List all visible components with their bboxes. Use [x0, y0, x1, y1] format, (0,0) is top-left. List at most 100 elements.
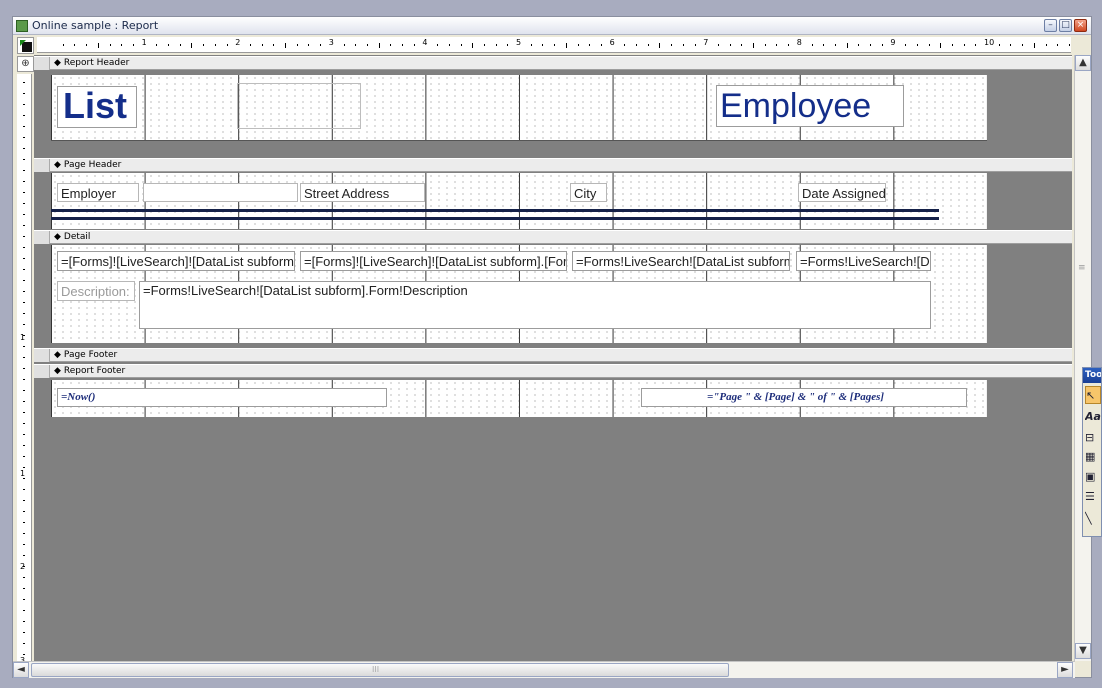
ruler-tick [659, 42, 661, 48]
ruler-tick [23, 104, 25, 105]
horizontal-scrollbar[interactable]: ◄ III ► [13, 661, 1075, 678]
toolbox-title[interactable]: Toolbox [1083, 368, 1101, 383]
ruler-tick [296, 44, 298, 46]
ruler-number: 9 [890, 38, 896, 47]
ruler-tick [86, 44, 88, 46]
ruler-tick [23, 610, 25, 611]
ruler-tick [320, 44, 322, 46]
ruler-tick [23, 390, 25, 391]
field-date-assigned[interactable]: =Forms!LiveSearch![D [796, 251, 931, 271]
label-tool-icon[interactable]: Aa [1085, 408, 1101, 426]
ruler-tick [1045, 44, 1047, 46]
scroll-left-icon[interactable]: ◄ [13, 662, 29, 678]
ruler-tick [23, 555, 25, 556]
report-selector-marker [20, 40, 26, 46]
vertical-scrollbar[interactable]: ▲ ≡ ▼ [1074, 55, 1091, 661]
ruler-number: 10 [984, 38, 995, 47]
ruler-tick [870, 44, 871, 46]
report-header-section[interactable]: List Employee [51, 75, 987, 141]
scroll-down-icon[interactable]: ▼ [1075, 643, 1091, 659]
vertical-scroll-track[interactable]: ≡ [1076, 73, 1090, 641]
ruler-tick [1022, 44, 1024, 46]
ruler-tick [23, 412, 25, 413]
ruler-tick [413, 44, 415, 46]
detail-label: Detail [63, 232, 91, 242]
page-break-tool-icon[interactable]: ☰ [1085, 488, 1101, 506]
header-rule-bottom [51, 217, 939, 220]
scroll-right-icon[interactable]: ► [1057, 662, 1073, 678]
select-objects-icon[interactable]: ↖ [1085, 386, 1101, 404]
ruler-tick [23, 225, 25, 226]
empty-box[interactable] [237, 83, 361, 129]
ruler-tick [402, 44, 403, 46]
close-button[interactable]: × [1074, 19, 1087, 32]
label-placeholder[interactable] [143, 183, 298, 202]
vertical-ruler[interactable]: 1123 [17, 74, 32, 662]
ruler-tick [23, 346, 25, 347]
ruler-tick [881, 44, 883, 46]
report-footer-bar[interactable]: ◆ Report Footer [34, 364, 1072, 378]
field-description[interactable]: =Forms!LiveSearch![DataList subform].For… [139, 281, 931, 329]
ruler-tick [23, 467, 25, 468]
image-tool-icon[interactable]: ▣ [1085, 468, 1101, 486]
scroll-up-icon[interactable]: ▲ [1075, 55, 1091, 71]
ruler-tick [23, 126, 25, 127]
label-description[interactable]: Description: [57, 281, 135, 301]
maximize-button[interactable]: □ [1059, 19, 1072, 32]
ruler-tick [23, 82, 25, 83]
ruler-tick [717, 44, 719, 46]
ruler-tick [74, 44, 76, 46]
ruler-tick [23, 379, 25, 380]
report-selector[interactable] [17, 37, 34, 54]
ruler-tick [23, 423, 25, 424]
title-list[interactable]: List [57, 86, 137, 128]
report-header-bar[interactable]: ◆ Report Header [34, 56, 1072, 70]
label-date-assigned[interactable]: Date Assigned [798, 183, 886, 202]
line-tool-icon[interactable]: ╲ [1085, 510, 1101, 528]
collapse-arrow-icon: ◆ [54, 232, 61, 242]
report-footer-section[interactable]: =Now() ="Page " & [Page] & " of " & [Pag… [51, 380, 987, 417]
ruler-tick [624, 44, 626, 46]
section-selector-icon[interactable]: ⊕ [17, 56, 34, 72]
field-street-address[interactable]: =[Forms]![LiveSearch]![DataList subform]… [300, 251, 567, 271]
field-employer[interactable]: =[Forms]![LiveSearch]![DataList subform [57, 251, 295, 271]
subform-tool-icon[interactable]: ▦ [1085, 448, 1101, 466]
page-header-section[interactable]: Employer Street Address City Date Assign… [51, 173, 987, 229]
section-grip [34, 231, 50, 244]
ruler-tick [23, 192, 25, 193]
horizontal-scroll-thumb[interactable]: III [31, 663, 729, 677]
page-header-bar[interactable]: ◆ Page Header [34, 158, 1072, 172]
ruler-tick [23, 357, 25, 358]
ruler-tick [23, 181, 25, 182]
ruler-tick [1068, 44, 1070, 46]
field-page-count[interactable]: ="Page " & [Page] & " of " & [Pages] [641, 388, 967, 407]
field-now[interactable]: =Now() [57, 388, 387, 407]
minimize-button[interactable]: – [1044, 19, 1057, 32]
ruler-tick [366, 44, 368, 46]
title-employee[interactable]: Employee [716, 85, 904, 127]
ruler-tick [23, 566, 25, 567]
label-city[interactable]: City [570, 183, 607, 202]
ruler-tick [23, 654, 25, 655]
toolbox-panel[interactable]: Toolbox ↖ Aa ⊟ ▦ ▣ ☰ ╲ [1082, 367, 1102, 537]
ruler-tick [483, 44, 485, 46]
ruler-tick [460, 44, 462, 46]
detail-bar[interactable]: ◆ Detail [34, 230, 1072, 244]
textbox-tool-icon[interactable]: ⊟ [1085, 429, 1101, 447]
page-footer-bar[interactable]: ◆ Page Footer [34, 348, 1072, 362]
field-city[interactable]: =Forms!LiveSearch![DataList subform [572, 251, 790, 271]
ruler-tick [179, 44, 181, 46]
label-street-address[interactable]: Street Address [300, 183, 425, 202]
ruler-tick [589, 44, 591, 46]
ruler-tick [472, 42, 474, 48]
ruler-tick [23, 291, 25, 292]
ruler-tick [1057, 44, 1059, 46]
label-employer[interactable]: Employer [57, 183, 139, 202]
ruler-tick [23, 588, 25, 589]
detail-section[interactable]: =[Forms]![LiveSearch]![DataList subform … [51, 245, 987, 343]
ruler-tick [694, 44, 696, 46]
ruler-tick [23, 478, 25, 479]
ruler-tick [23, 115, 25, 116]
ruler-tick [998, 44, 1000, 46]
horizontal-ruler[interactable]: 1234567891011 [37, 37, 1071, 53]
